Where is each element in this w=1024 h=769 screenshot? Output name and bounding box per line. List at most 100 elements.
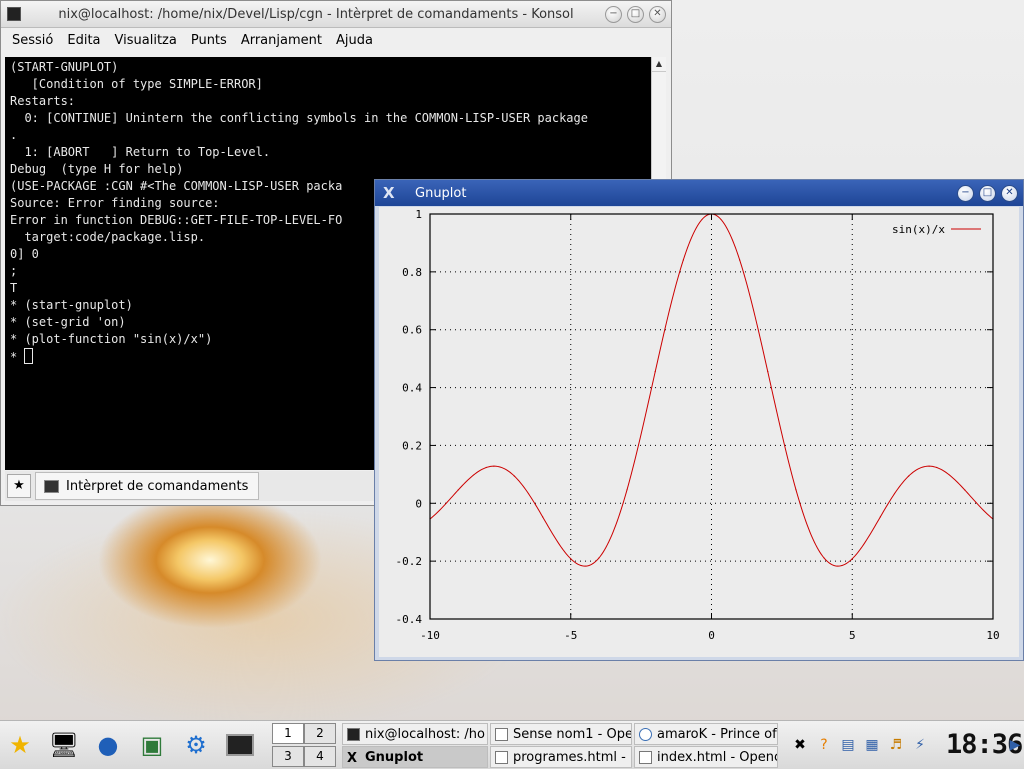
data-point <box>513 475 516 477</box>
amarok-icon <box>639 727 652 741</box>
x-tick-label: 0 <box>708 629 715 642</box>
data-point <box>654 371 656 373</box>
menu-ajuda[interactable]: Ajuda <box>329 33 380 48</box>
data-point <box>795 489 797 491</box>
kde-menu-star-icon[interactable]: ★ <box>4 729 36 761</box>
tab-session-label: Intèrpret de comandaments <box>66 478 249 494</box>
x-tick-label: -5 <box>564 629 577 642</box>
pager-desktop-2[interactable]: 2 <box>304 723 336 744</box>
task-label: index.html - Openc <box>657 749 778 765</box>
panel-arrow-icon[interactable]: ▶ <box>1008 735 1022 755</box>
home-folder-icon[interactable]: 🖥 <box>48 729 80 761</box>
task-amarok[interactable]: amaroK - Prince of <box>634 723 778 745</box>
menu-sessio[interactable]: Sessió <box>5 33 60 48</box>
konsole-titlebar[interactable]: nix@localhost: /home/nix/Devel/Lisp/cgn … <box>1 1 671 28</box>
konsole-window-title: nix@localhost: /home/nix/Devel/Lisp/cgn … <box>58 6 574 22</box>
task-gnuplot[interactable]: X Gnuplot <box>342 746 488 768</box>
task-programes[interactable]: programes.html - <box>490 746 632 768</box>
y-tick-label: 0.6 <box>402 324 422 337</box>
task-label: Sense nom1 - Ope <box>513 726 632 742</box>
y-tick-label: 0.4 <box>402 382 422 395</box>
terminal-line: [Condition of type SIMPLE-ERROR] <box>10 77 263 91</box>
data-point <box>542 516 544 518</box>
data-point <box>739 259 741 261</box>
close-button[interactable]: ✕ <box>1001 184 1018 202</box>
menu-punts[interactable]: Punts <box>184 33 234 48</box>
data-point <box>907 475 910 477</box>
pager-desktop-4[interactable]: 4 <box>304 746 336 767</box>
pager-desktop-1[interactable]: 1 <box>272 723 304 744</box>
x-tick-label: -10 <box>420 629 440 642</box>
minimize-button[interactable]: − <box>957 184 974 202</box>
data-point <box>493 465 495 467</box>
plot-area: -10 -5 0 5 10 -0.4 -0.2 0 0.2 0.4 0.6 0.8 1 sin(x)/x <box>379 207 1019 657</box>
data-point <box>598 557 600 559</box>
web-browser-globe-icon[interactable]: ● <box>92 729 124 761</box>
terminal-icon <box>347 727 360 741</box>
plot-canvas: -10 -5 0 5 10 -0.4 -0.2 0 0.2 0.4 0.6 0.8 1 sin(x)/x <box>396 208 1000 642</box>
terminal-icon[interactable] <box>7 7 21 21</box>
x-tick-label: 5 <box>849 629 856 642</box>
data-point <box>457 489 459 491</box>
gnuplot-titlebar[interactable]: X Gnuplot − □ ✕ <box>375 180 1023 206</box>
task-writer[interactable]: Sense nom1 - Ope <box>490 723 632 745</box>
y-tick-label: 0.8 <box>402 266 422 279</box>
scroll-up-icon[interactable]: ▲ <box>652 57 666 72</box>
data-point <box>767 371 769 373</box>
taskbar: ★ 🖥 ● ▣ ⚙ 1 2 3 4 nix@localhost: /ho X G… <box>0 720 1024 769</box>
task-konsole[interactable]: nix@localhost: /ho <box>342 723 488 745</box>
y-tick-label: 0.2 <box>402 439 422 452</box>
data-point <box>837 565 839 567</box>
plug-icon[interactable]: ⚡ <box>910 735 930 755</box>
terminal-cursor <box>24 348 34 364</box>
konsole-launcher-icon[interactable] <box>224 729 256 761</box>
data-point <box>879 516 881 518</box>
x-tick-label: 10 <box>986 629 999 642</box>
document-icon <box>495 750 508 764</box>
menu-visualitza[interactable]: Visualitza <box>108 33 184 48</box>
new-session-button[interactable]: ★ <box>7 474 31 498</box>
task-label: Gnuplot <box>365 749 424 765</box>
data-point <box>851 558 853 560</box>
tab-session[interactable]: Intèrpret de comandaments <box>35 472 259 500</box>
maximize-button[interactable]: □ <box>979 184 996 202</box>
terminal-line: . <box>10 128 18 142</box>
maximize-button[interactable]: □ <box>627 5 644 23</box>
terminal-line: 1: [ABORT ] Return to Top-Level. <box>10 145 271 159</box>
y-tick-label: -0.2 <box>396 555 423 568</box>
gnuplot-window[interactable]: X Gnuplot − □ ✕ -10 -5 0 5 10 -0.4 -0.2 0 0.2 0.4… <box>374 179 1024 661</box>
pager-desktop-3[interactable]: 3 <box>272 746 304 767</box>
data-point <box>570 558 572 560</box>
task-label: programes.html - <box>513 749 626 765</box>
display-icon[interactable]: ▤ <box>838 735 858 755</box>
network-disconnected-icon[interactable]: ✖ <box>790 735 810 755</box>
help-icon[interactable]: ? <box>814 735 834 755</box>
gnuplot-window-title: Gnuplot <box>415 185 467 201</box>
data-point <box>964 489 966 491</box>
volume-icon[interactable]: ♬ <box>886 735 906 755</box>
minimize-button[interactable]: − <box>605 5 622 23</box>
menu-edita[interactable]: Edita <box>60 33 107 48</box>
document-icon <box>495 727 508 741</box>
task-index[interactable]: index.html - Openc <box>634 746 778 768</box>
data-point <box>485 466 487 469</box>
task-label: amaroK - Prince of <box>657 726 777 742</box>
close-button[interactable]: ✕ <box>649 5 666 23</box>
data-point <box>936 466 938 469</box>
terminal-line: 0: [CONTINUE] Unintern the conflicting s… <box>10 111 588 125</box>
y-tick-label: 1 <box>415 208 422 221</box>
menu-arranjament[interactable]: Arranjament <box>234 33 329 48</box>
terminal-line: Debug (type H for help) <box>10 162 184 176</box>
terminal-line: (START-GNUPLOT) <box>10 60 119 74</box>
document-icon <box>639 750 652 764</box>
data-point <box>823 557 825 559</box>
file-manager-icon[interactable]: ⚙ <box>180 729 212 761</box>
clock[interactable]: 18:36 <box>946 729 1023 761</box>
network-icon[interactable]: ▣ <box>136 729 168 761</box>
y-tick-label: -0.4 <box>396 613 423 626</box>
x11-icon[interactable]: X <box>383 184 401 202</box>
task-label: nix@localhost: /ho <box>365 726 485 742</box>
data-point <box>682 259 684 261</box>
clipboard-icon[interactable]: ▦ <box>862 735 882 755</box>
data-point <box>928 465 930 467</box>
